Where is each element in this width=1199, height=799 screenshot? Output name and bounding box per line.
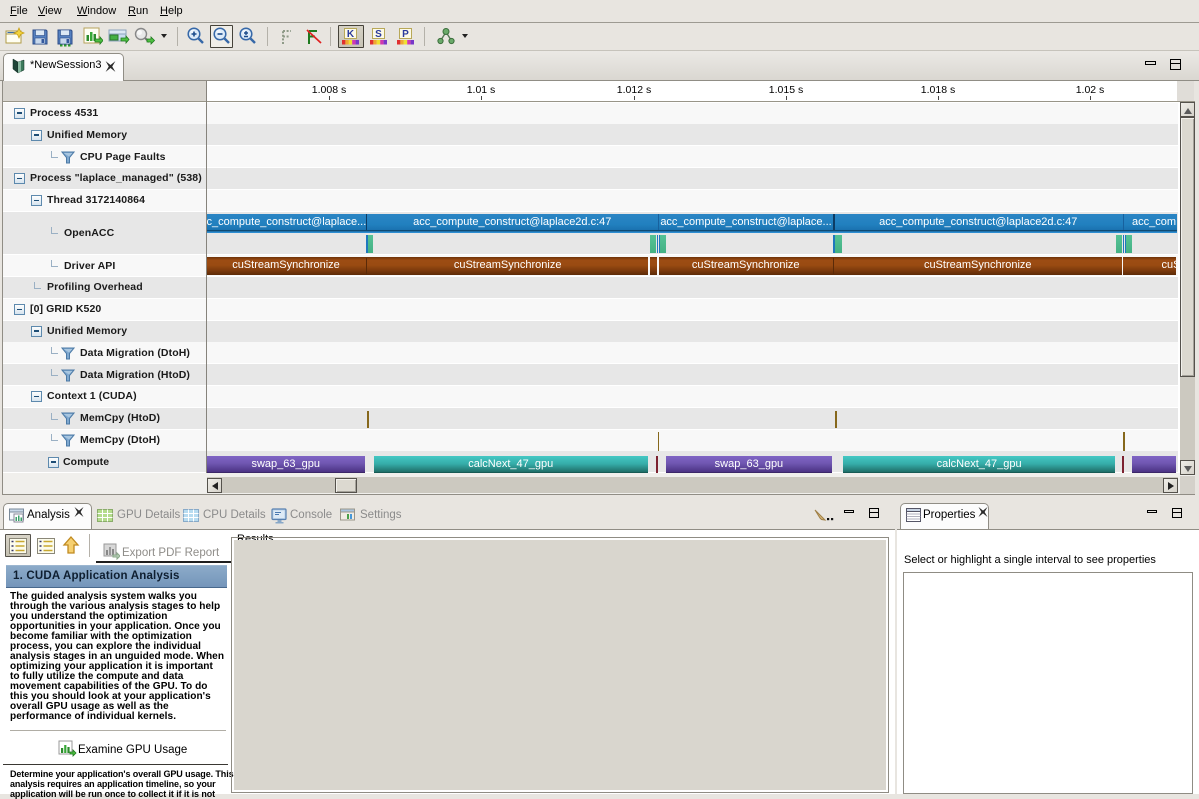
svg-text:P: P	[402, 29, 409, 40]
svg-text:K: K	[347, 29, 355, 40]
svg-text:S: S	[375, 29, 382, 40]
